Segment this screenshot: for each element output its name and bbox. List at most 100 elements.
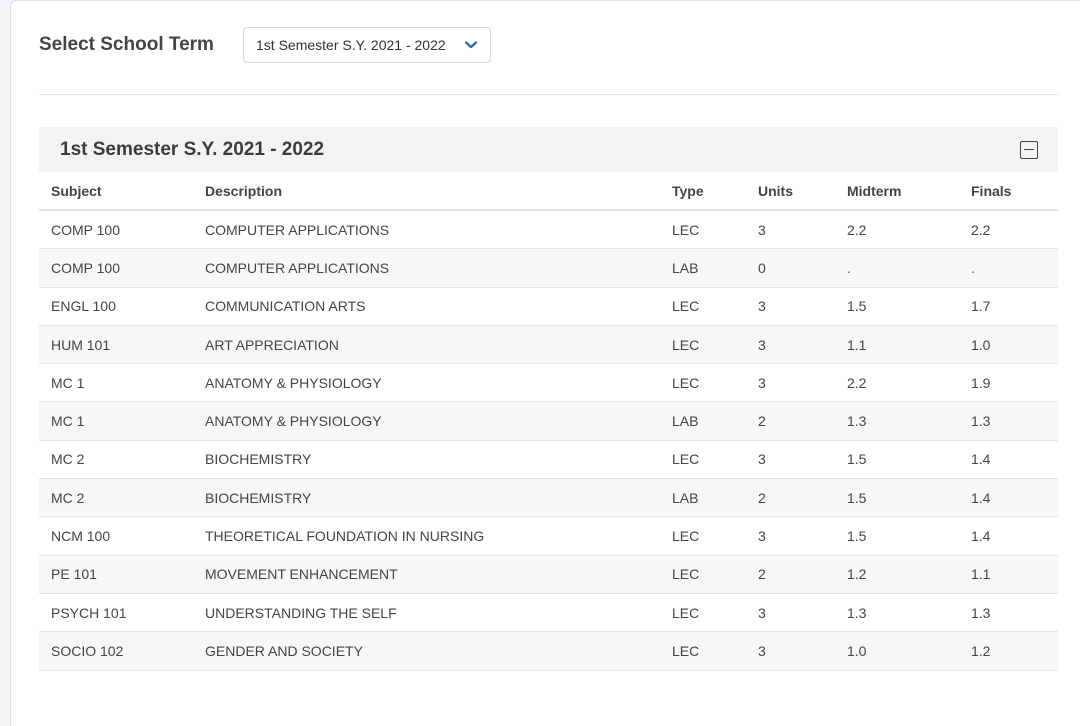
finals-cell: 1.4 (971, 478, 1058, 518)
table-row: MC 2 BIOCHEMISTRY LEC 3 1.5 1.4 (39, 440, 1058, 480)
units-cell: 3 (758, 325, 847, 365)
table-row: PSYCH 101 UNDERSTANDING THE SELF LEC 3 1.3 1.… (39, 593, 1058, 633)
midterm-cell: 1.5 (847, 440, 971, 480)
description-cell: BIOCHEMISTRY (205, 440, 672, 480)
divider (39, 94, 1059, 95)
subject-cell: MC 1 (39, 363, 205, 403)
midterm-cell: . (847, 248, 971, 288)
midterm-cell: 1.3 (847, 593, 971, 633)
grades-panel: 1st Semester S.Y. 2021 - 2022 Subject De… (39, 127, 1058, 671)
type-cell: LEC (672, 210, 758, 250)
finals-cell: 1.7 (971, 287, 1058, 326)
subject-cell: PE 101 (39, 555, 205, 594)
description-cell: ART APPRECIATION (205, 325, 672, 365)
subject-cell: MC 2 (39, 478, 205, 518)
units-cell: 3 (758, 210, 847, 250)
subject-cell: NCM 100 (39, 516, 205, 556)
units-cell: 0 (758, 248, 847, 288)
midterm-cell: 1.5 (847, 287, 971, 326)
units-cell: 3 (758, 631, 847, 671)
subject-cell: SOCIO 102 (39, 631, 205, 671)
table-row: SOCIO 102 GENDER AND SOCIETY LEC 3 1.0 1.2 (39, 631, 1058, 671)
finals-cell: 1.4 (971, 516, 1058, 556)
description-cell: BIOCHEMISTRY (205, 478, 672, 518)
column-header-type: Type (672, 172, 758, 211)
description-cell: GENDER AND SOCIETY (205, 631, 672, 671)
term-select-dropdown[interactable]: 1st Semester S.Y. 2021 - 2022 (243, 27, 491, 63)
column-header-subject: Subject (39, 172, 205, 211)
term-select-value: 1st Semester S.Y. 2021 - 2022 (256, 37, 446, 53)
grades-card: Select School Term 1st Semester S.Y. 202… (10, 0, 1080, 726)
type-cell: LAB (672, 248, 758, 288)
panel-title: 1st Semester S.Y. 2021 - 2022 (60, 138, 325, 160)
table-body: COMP 100 COMPUTER APPLICATIONS LEC 3 2.2 2.2 C… (39, 210, 1058, 671)
type-cell: LEC (672, 593, 758, 633)
type-cell: LAB (672, 401, 758, 441)
description-cell: COMPUTER APPLICATIONS (205, 248, 672, 288)
finals-cell: 1.4 (971, 440, 1058, 480)
units-cell: 2 (758, 555, 847, 594)
minus-square-icon (1024, 148, 1034, 151)
description-cell: ANATOMY & PHYSIOLOGY (205, 401, 672, 441)
midterm-cell: 1.3 (847, 401, 971, 441)
midterm-cell: 1.5 (847, 516, 971, 556)
term-selector-row: Select School Term 1st Semester S.Y. 202… (39, 26, 491, 64)
subject-cell: MC 1 (39, 401, 205, 441)
units-cell: 3 (758, 363, 847, 403)
units-cell: 2 (758, 478, 847, 518)
table-row: MC 1 ANATOMY & PHYSIOLOGY LAB 2 1.3 1.3 (39, 401, 1058, 441)
type-cell: LEC (672, 516, 758, 556)
description-cell: MOVEMENT ENHANCEMENT (205, 555, 672, 594)
table-row: COMP 100 COMPUTER APPLICATIONS LEC 3 2.2 2.2 (39, 210, 1058, 250)
type-cell: LEC (672, 440, 758, 480)
subject-cell: MC 2 (39, 440, 205, 480)
units-cell: 3 (758, 516, 847, 556)
grades-table: Subject Description Type Units Midterm F… (39, 172, 1058, 671)
description-cell: COMMUNICATION ARTS (205, 287, 672, 326)
finals-cell: 1.1 (971, 555, 1058, 594)
finals-cell: 2.2 (971, 210, 1058, 250)
type-cell: LEC (672, 631, 758, 671)
column-header-units: Units (758, 172, 847, 211)
finals-cell: 1.3 (971, 401, 1058, 441)
subject-cell: COMP 100 (39, 210, 205, 250)
description-cell: THEORETICAL FOUNDATION IN NURSING (205, 516, 672, 556)
column-header-description: Description (205, 172, 672, 211)
midterm-cell: 1.1 (847, 325, 971, 365)
table-row: ENGL 100 COMMUNICATION ARTS LEC 3 1.5 1.7 (39, 287, 1058, 326)
type-cell: LEC (672, 363, 758, 403)
table-row: PE 101 MOVEMENT ENHANCEMENT LEC 2 1.2 1.1 (39, 555, 1058, 594)
chevron-down-icon (464, 38, 478, 52)
subject-cell: ENGL 100 (39, 287, 205, 326)
table-row: NCM 100 THEORETICAL FOUNDATION IN NURSING… (39, 516, 1058, 556)
table-row: COMP 100 COMPUTER APPLICATIONS LAB 0.. (39, 248, 1058, 288)
units-cell: 3 (758, 593, 847, 633)
column-header-finals: Finals (971, 172, 1058, 211)
finals-cell: 1.2 (971, 631, 1058, 671)
subject-cell: PSYCH 101 (39, 593, 205, 633)
table-row: MC 2 BIOCHEMISTRY LAB 2 1.5 1.4 (39, 478, 1058, 518)
type-cell: LEC (672, 287, 758, 326)
midterm-cell: 2.2 (847, 363, 971, 403)
collapse-panel-button[interactable] (1020, 140, 1038, 159)
units-cell: 3 (758, 287, 847, 326)
term-selector-label: Select School Term (39, 34, 214, 55)
subject-cell: HUM 101 (39, 325, 205, 365)
description-cell: COMPUTER APPLICATIONS (205, 210, 672, 250)
midterm-cell: 1.5 (847, 478, 971, 518)
subject-cell: COMP 100 (39, 248, 205, 288)
type-cell: LEC (672, 325, 758, 365)
finals-cell: . (971, 248, 1058, 288)
midterm-cell: 2.2 (847, 210, 971, 250)
type-cell: LAB (672, 478, 758, 518)
finals-cell: 1.3 (971, 593, 1058, 633)
description-cell: ANATOMY & PHYSIOLOGY (205, 363, 672, 403)
finals-cell: 1.0 (971, 325, 1058, 365)
panel-header: 1st Semester S.Y. 2021 - 2022 (39, 127, 1058, 172)
table-row: HUM 101 ART APPRECIATION LEC 3 1.1 1.0 (39, 325, 1058, 365)
table-row: MC 1 ANATOMY & PHYSIOLOGY LEC 3 2.2 1.9 (39, 363, 1058, 403)
units-cell: 3 (758, 440, 847, 480)
finals-cell: 1.9 (971, 363, 1058, 403)
description-cell: UNDERSTANDING THE SELF (205, 593, 672, 633)
column-header-midterm: Midterm (847, 172, 971, 211)
